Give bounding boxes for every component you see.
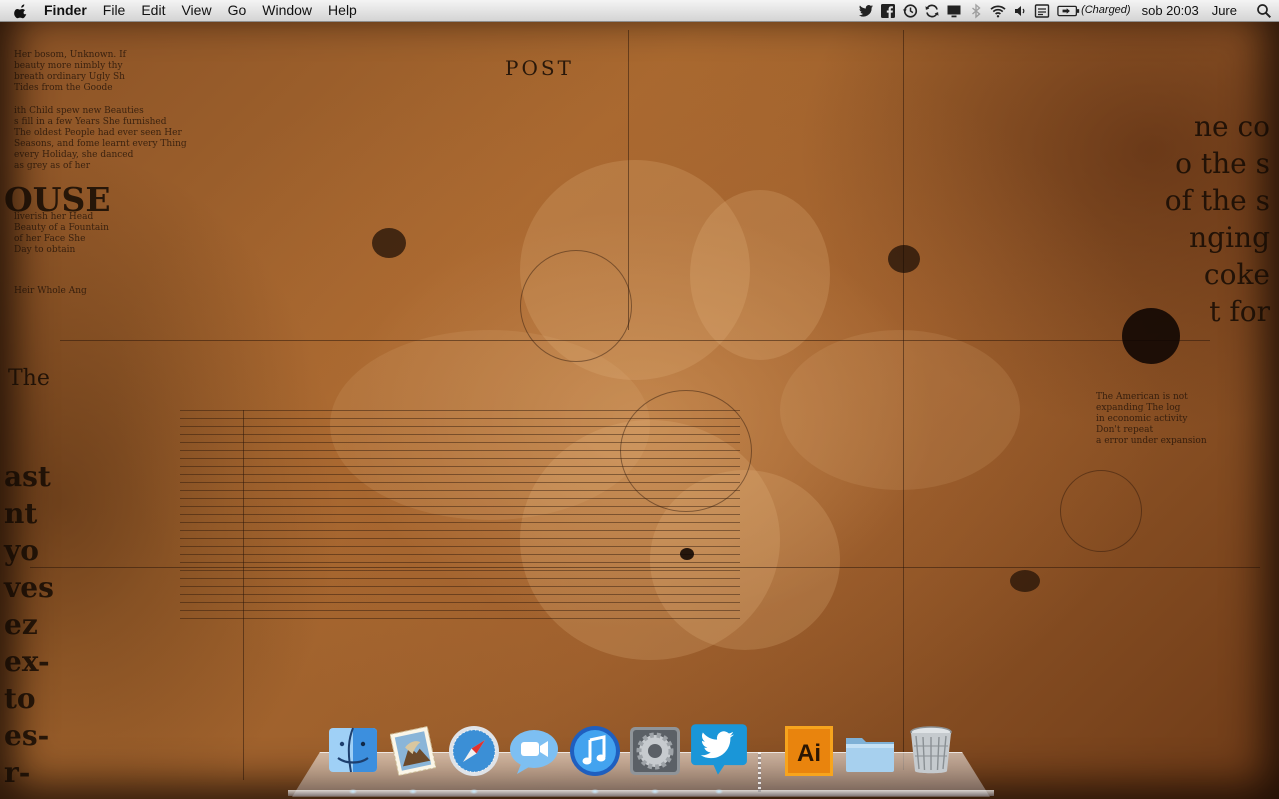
facetime-icon [510,730,558,774]
wallpaper-line-text: s fill in a few Years She furnished [14,117,167,127]
folder-icon [846,738,894,772]
wallpaper-line-text: nging [1189,221,1270,254]
dock-item-facetime[interactable] [507,724,561,778]
menu-help[interactable]: Help [320,0,365,21]
wallpaper-line-text: ith Child spew new Beauties [14,106,144,116]
twitter-app-icon [691,724,747,775]
battery-icon [1057,5,1080,16]
safari-icon [449,726,499,776]
wallpaper-line-text: in economic activity [1096,414,1188,424]
user-menu[interactable]: Jure [1204,0,1249,21]
menu-clock[interactable]: sob 20:03 [1137,0,1204,21]
dock-item-system-preferences[interactable] [628,724,682,778]
display-icon[interactable] [943,0,965,21]
battery-status-text: (Charged) [1081,4,1131,16]
wallpaper-post-text: POST [505,56,574,80]
system-preferences-icon [630,727,680,775]
mail-icon [389,725,437,777]
dock-item-itunes[interactable] [568,724,622,778]
wallpaper-line-text: ez [4,608,38,641]
running-indicator [591,789,599,794]
wallpaper-line-text: ves [4,571,54,604]
wallpaper-line-text: beauty more nimbly thy [14,61,123,71]
wallpaper-line-text: Heir Whole Ang [14,286,87,296]
time-machine-icon[interactable] [899,0,921,21]
wallpaper-line-text: nt [4,497,38,530]
running-indicator [409,789,417,794]
dock-item-safari[interactable] [447,724,501,778]
wallpaper-line-text: expanding The log [1096,403,1181,413]
wallpaper-line-text: Her bosom, Unknown. If [14,50,126,60]
illustrator-icon: Ai [785,726,833,776]
wallpaper-line-text: o the s [1175,147,1270,180]
wallpaper-left-edge-text: ast nt yo ves ez ex- to es- r- [4,458,54,791]
wallpaper-line-text: Day to obtain [14,245,76,255]
wallpaper-the-text: The [8,366,50,391]
facebook-icon[interactable] [877,0,899,21]
wallpaper-line-text: Beauty of a Fountain [14,223,109,233]
dock-item-finder[interactable] [326,724,380,778]
volume-icon[interactable] [1009,0,1031,21]
wallpaper-line-text: ne co [1193,110,1270,143]
spotlight-icon[interactable] [1249,0,1279,21]
wallpaper-left-column: Her bosom, Unknown. If beauty more nimbl… [14,50,204,297]
desktop-wallpaper: POST OUSE The Her bosom, Unknown. If bea… [0,0,1279,799]
wallpaper-right-edge-text: ne co o the s of the s nging coke t for [1160,108,1270,330]
wallpaper-line-text: ex- [4,645,50,678]
menu-bar: Finder File Edit View Go Window Help (Ch… [0,0,1279,22]
dock-separator[interactable] [758,752,761,792]
running-indicator [349,789,357,794]
wallpaper-line-text: a error under expansion [1096,436,1207,446]
menu-view[interactable]: View [173,0,219,21]
apple-menu[interactable] [6,3,36,19]
twitter-icon[interactable] [855,0,877,21]
menu-window[interactable]: Window [254,0,320,21]
wallpaper-line-text: coke [1203,258,1270,291]
dock-item-trash[interactable] [904,724,958,778]
sync-icon[interactable] [921,0,943,21]
wallpaper-right-column: The American is not expanding The log in… [1096,392,1226,447]
illustrator-label: Ai [797,740,821,767]
wallpaper-line-text: Tides from the Goode [14,83,113,93]
wallpaper-line-text: The American is not [1096,392,1188,402]
menu-app-finder[interactable]: Finder [36,0,95,21]
menu-edit[interactable]: Edit [133,0,173,21]
dock-item-twitter[interactable] [690,720,748,778]
wallpaper-line-text: Seasons, and fome learnt every Thing [14,139,187,149]
dock-item-mail[interactable] [386,724,440,778]
menu-file[interactable]: File [95,0,134,21]
wallpaper-line-text: liverish her Head [14,212,94,222]
wallpaper-line-text: every Holiday, she danced [14,150,134,160]
wallpaper-line-text: of the s [1164,184,1270,217]
wallpaper-line-text: breath ordinary Ugly Sh [14,72,125,82]
trash-icon [910,726,952,774]
wifi-icon[interactable] [987,0,1009,21]
dock-item-illustrator[interactable]: Ai [782,724,836,778]
apple-icon [13,3,26,18]
itunes-icon [570,726,620,776]
wallpaper-line-text: t for [1209,295,1270,328]
dock-shelf-edge [288,790,994,796]
status-menus: (Charged) sob 20:03 Jure [855,0,1279,21]
wallpaper-line-text: to [4,682,36,715]
running-indicator [715,789,723,794]
dock-item-documents[interactable] [843,724,897,778]
wallpaper-line-text: yo [4,534,39,567]
wallpaper-line-text: es- [4,719,50,752]
battery-menu[interactable]: (Charged) [1053,0,1137,21]
running-indicator [651,789,659,794]
wallpaper-line-text: ast [4,460,51,493]
running-indicator [470,789,478,794]
wallpaper-line-text: The oldest People had ever seen Her [14,128,182,138]
wallpaper-line-text: r- [4,756,31,789]
bluetooth-icon[interactable] [965,0,987,21]
menu-go[interactable]: Go [220,0,255,21]
input-menu-icon[interactable] [1031,0,1053,21]
wallpaper-line-text: as grey as of her [14,161,91,171]
wallpaper-line-text: Don't repeat [1096,425,1154,435]
wallpaper-line-text: of her Face She [14,234,86,244]
finder-icon [329,727,377,773]
